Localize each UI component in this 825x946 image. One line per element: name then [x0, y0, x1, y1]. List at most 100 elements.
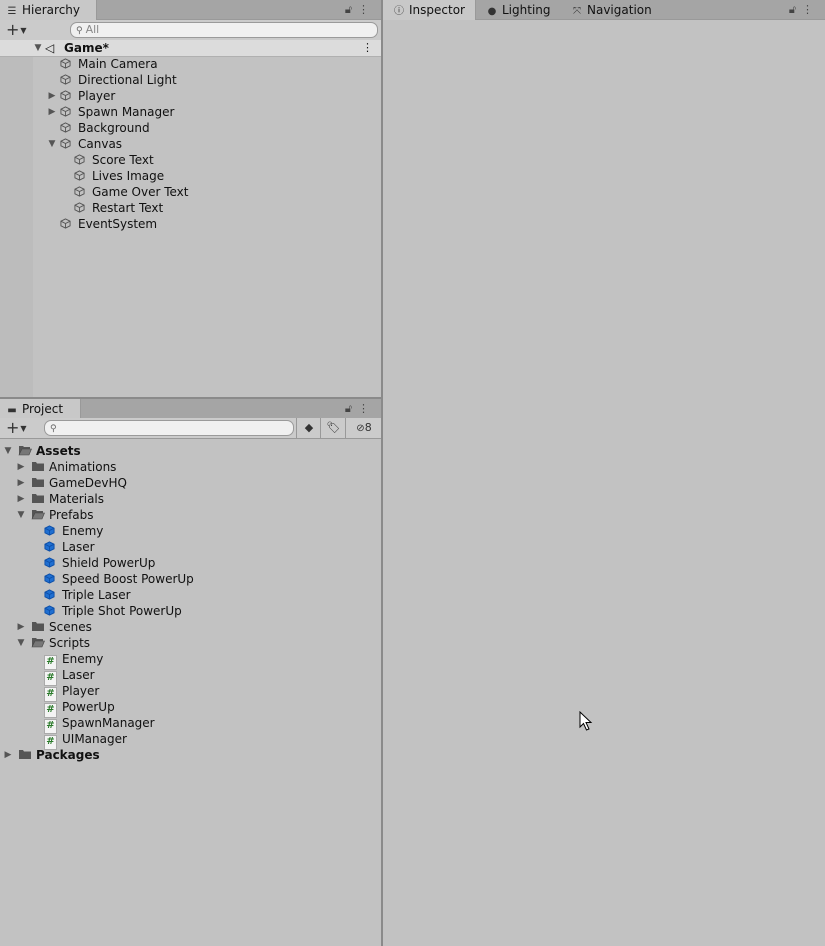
- project-item[interactable]: Laser: [0, 539, 381, 555]
- tag-icon: 🏷︎: [326, 421, 341, 434]
- hierarchy-item-label: Score Text: [92, 153, 154, 167]
- project-item[interactable]: Enemy: [0, 523, 381, 539]
- project-item-label: Materials: [49, 492, 105, 506]
- project-item[interactable]: # Enemy: [0, 651, 381, 670]
- list-icon: ☰: [7, 6, 17, 17]
- lock-icon[interactable]: 🔓︎: [789, 3, 802, 16]
- create-dropdown-button[interactable]: +▼: [6, 20, 27, 40]
- filter-type-icon: ◆: [304, 421, 314, 434]
- collapse-arrow-icon[interactable]: ▶: [46, 104, 58, 120]
- lighting-tab-label: Lighting: [502, 3, 551, 17]
- project-search-input[interactable]: ⚲: [44, 420, 294, 436]
- project-item[interactable]: ▶ Packages: [0, 747, 381, 763]
- kebab-menu-icon[interactable]: ⋮: [358, 402, 375, 415]
- hierarchy-item-label: Main Camera: [78, 57, 158, 71]
- project-item[interactable]: # SpawnManager: [0, 715, 381, 734]
- project-item-label: Packages: [36, 748, 100, 762]
- csharp-script-icon: #: [44, 684, 58, 702]
- kebab-menu-icon[interactable]: ⋮: [362, 40, 373, 56]
- project-item[interactable]: # Player: [0, 683, 381, 702]
- project-item[interactable]: ▼ Scripts: [0, 635, 381, 651]
- hierarchy-search-input[interactable]: ⚲ All: [70, 22, 378, 38]
- gameobject-cube-icon: [60, 217, 74, 231]
- expand-arrow-icon[interactable]: ▼: [15, 507, 27, 523]
- collapse-arrow-icon[interactable]: ▶: [15, 491, 27, 507]
- gameobject-cube-icon: [60, 89, 74, 103]
- prefab-icon: [44, 604, 58, 618]
- project-item[interactable]: ▼ Prefabs: [0, 507, 381, 523]
- scene-header-row[interactable]: ▼ ◁ Game* ⋮: [0, 40, 381, 57]
- hierarchy-item[interactable]: Restart Text: [0, 200, 381, 216]
- expand-arrow-icon[interactable]: ▼: [2, 443, 14, 459]
- hierarchy-item[interactable]: Score Text: [0, 152, 381, 168]
- kebab-menu-icon[interactable]: ⋮: [358, 3, 375, 16]
- hidden-packages-toggle[interactable]: ⊘8: [345, 418, 382, 438]
- hierarchy-item[interactable]: Background: [0, 120, 381, 136]
- expand-arrow-icon[interactable]: ▼: [46, 136, 58, 152]
- lock-icon[interactable]: 🔓︎: [345, 3, 358, 16]
- csharp-script-icon: #: [44, 716, 58, 734]
- lock-icon[interactable]: 🔓︎: [345, 402, 358, 415]
- info-icon: ⓘ: [394, 6, 404, 17]
- tab-hierarchy[interactable]: ☰ Hierarchy: [0, 0, 97, 20]
- project-item[interactable]: ▶ GameDevHQ: [0, 475, 381, 491]
- hierarchy-item-label: Background: [78, 121, 150, 135]
- inspector-panel-controls: 🔓︎⋮: [789, 0, 819, 19]
- tab-lighting[interactable]: ● Lighting: [480, 0, 559, 20]
- hierarchy-item[interactable]: ▼ Canvas: [0, 136, 381, 152]
- project-item[interactable]: # UIManager: [0, 731, 381, 750]
- project-item[interactable]: Shield PowerUp: [0, 555, 381, 571]
- prefab-icon: [44, 540, 58, 554]
- hierarchy-item[interactable]: Game Over Text: [0, 184, 381, 200]
- project-item-label: SpawnManager: [62, 716, 155, 730]
- project-item[interactable]: Triple Laser: [0, 587, 381, 603]
- search-by-label-button[interactable]: 🏷︎: [320, 418, 346, 438]
- collapse-arrow-icon[interactable]: ▶: [15, 459, 27, 475]
- folder-open-icon: [31, 508, 45, 522]
- project-item[interactable]: Speed Boost PowerUp: [0, 571, 381, 587]
- expand-arrow-icon[interactable]: ▼: [15, 635, 27, 651]
- project-item[interactable]: ▶ Animations: [0, 459, 381, 475]
- collapse-arrow-icon[interactable]: ▶: [46, 88, 58, 104]
- collapse-arrow-icon[interactable]: ▶: [15, 475, 27, 491]
- project-item[interactable]: # Laser: [0, 667, 381, 686]
- csharp-script-icon: #: [44, 668, 58, 686]
- project-item-label: Scripts: [49, 636, 91, 650]
- project-item-label: Triple Shot PowerUp: [62, 604, 182, 618]
- gameobject-cube-icon: [74, 201, 88, 215]
- hidden-count: 8: [364, 421, 372, 434]
- project-item[interactable]: # PowerUp: [0, 699, 381, 718]
- hierarchy-item[interactable]: Lives Image: [0, 168, 381, 184]
- search-by-type-button[interactable]: ◆: [296, 418, 321, 438]
- project-item[interactable]: ▼ Assets: [0, 443, 381, 459]
- hierarchy-item[interactable]: Directional Light: [0, 72, 381, 88]
- chevron-down-icon: ▼: [20, 424, 27, 433]
- hierarchy-item[interactable]: ▶ Player: [0, 88, 381, 104]
- folder-open-icon: [31, 636, 45, 650]
- tab-inspector[interactable]: ⓘ Inspector: [383, 0, 476, 20]
- project-item-label: Enemy: [62, 652, 104, 666]
- tab-navigation[interactable]: ⤧ Navigation: [565, 0, 660, 20]
- project-item-label: PowerUp: [62, 700, 115, 714]
- hierarchy-item[interactable]: Main Camera: [0, 56, 381, 72]
- csharp-script-icon: #: [44, 732, 58, 750]
- project-item[interactable]: Triple Shot PowerUp: [0, 603, 381, 619]
- unity-scene-icon: ◁: [45, 41, 55, 55]
- create-dropdown-button[interactable]: +▼: [6, 418, 27, 438]
- project-toolbar: +▼ ⚲ ◆ 🏷︎ ⊘8: [0, 418, 381, 439]
- expand-arrow-icon[interactable]: ▼: [32, 40, 44, 56]
- hierarchy-item[interactable]: ▶ Spawn Manager: [0, 104, 381, 120]
- collapse-arrow-icon[interactable]: ▶: [15, 619, 27, 635]
- hierarchy-item-label: Player: [78, 89, 116, 103]
- project-item-label: Triple Laser: [62, 588, 131, 602]
- kebab-menu-icon[interactable]: ⋮: [802, 3, 819, 16]
- hierarchy-item-label: EventSystem: [78, 217, 158, 231]
- project-item[interactable]: ▶ Scenes: [0, 619, 381, 635]
- hierarchy-tab-bar: ☰ Hierarchy 🔓︎⋮: [0, 0, 381, 20]
- project-item-label: GameDevHQ: [49, 476, 127, 490]
- hierarchy-item[interactable]: EventSystem: [0, 216, 381, 232]
- project-item[interactable]: ▶ Materials: [0, 491, 381, 507]
- hierarchy-tab-label: Hierarchy: [22, 3, 81, 17]
- tab-project[interactable]: ▬ Project: [0, 399, 81, 419]
- collapse-arrow-icon[interactable]: ▶: [2, 747, 14, 763]
